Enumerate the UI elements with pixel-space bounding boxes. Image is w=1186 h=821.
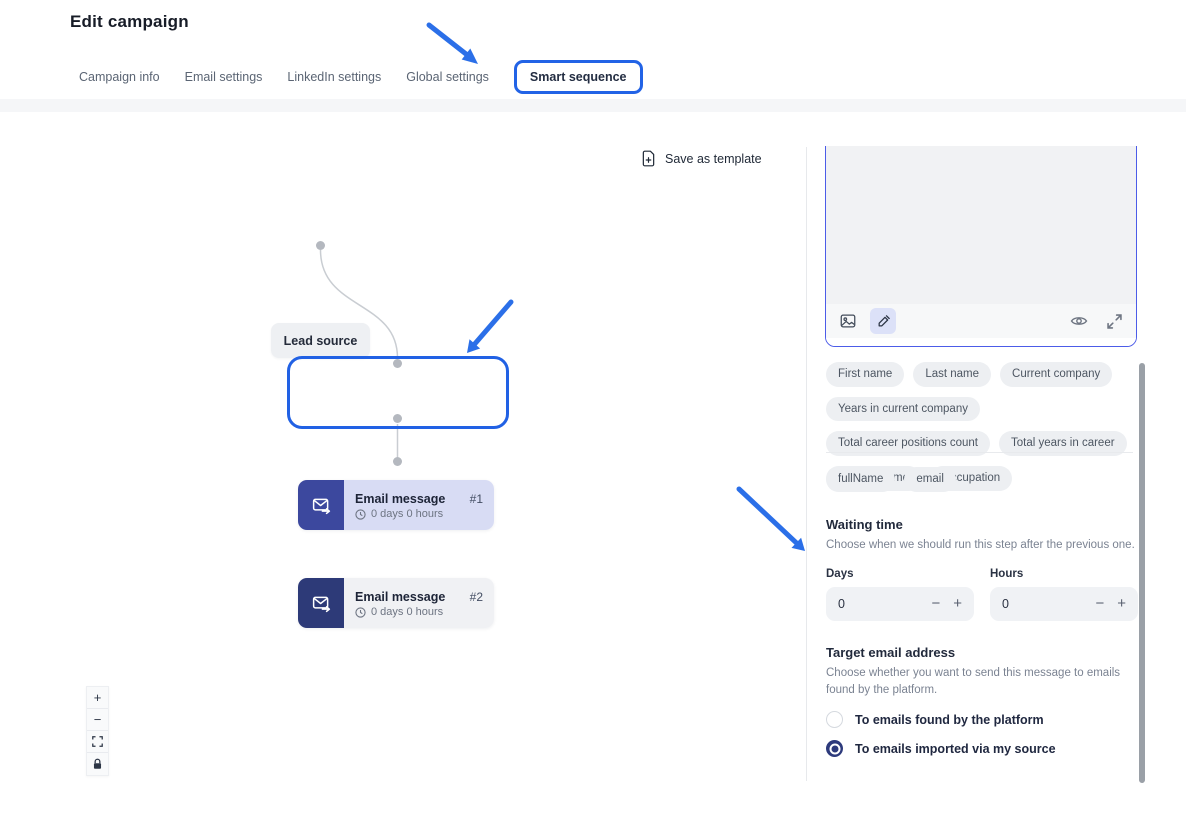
zoom-in-button[interactable]: + (87, 687, 108, 709)
preview-button[interactable] (1066, 308, 1092, 334)
tab-smart-sequence[interactable]: Smart sequence (514, 60, 643, 94)
node-lead-source[interactable]: Lead source (271, 323, 370, 358)
hours-label: Hours (990, 568, 1138, 580)
image-icon (839, 312, 857, 330)
variable-chip[interactable]: Years in current company (826, 397, 980, 422)
header: Edit campaign Campaign info Email settin… (0, 0, 1186, 99)
custom-chip[interactable]: email (904, 467, 955, 492)
eye-icon (1070, 312, 1088, 330)
email-editor-content[interactable] (826, 146, 1136, 304)
save-as-template-button[interactable]: Save as template (641, 150, 762, 167)
target-email-description: Choose whether you want to send this mes… (826, 665, 1139, 698)
connection-handle (316, 241, 325, 250)
lock-icon (92, 758, 103, 770)
radio-option-imported-emails[interactable]: To emails imported via my source (826, 740, 1139, 757)
editor-toolbar (826, 304, 1136, 338)
hours-value[interactable]: 0 (1002, 597, 1095, 611)
days-decrement-button[interactable]: − (931, 596, 940, 611)
canvas-controls: + − (86, 686, 109, 776)
node-meta: 0 days 0 hours (371, 508, 443, 520)
custom-chips: fullName email (826, 467, 1139, 492)
editor-bottom-padding (826, 338, 1136, 346)
sequence-canvas[interactable]: Lead source Email message #1 0 days 0 h (0, 112, 806, 781)
radio-option-platform-emails[interactable]: To emails found by the platform (826, 711, 1139, 728)
edit-campaign-page: Edit campaign Campaign info Email settin… (0, 0, 1186, 821)
days-value[interactable]: 0 (838, 597, 931, 611)
radio-label: To emails found by the platform (855, 713, 1044, 727)
chips-divider (826, 452, 1133, 453)
edge-layer (0, 112, 806, 781)
hours-increment-button[interactable]: + (1117, 596, 1126, 611)
fit-view-icon (92, 736, 103, 747)
fit-view-button[interactable] (87, 731, 108, 753)
insert-image-button[interactable] (835, 308, 861, 334)
hours-decrement-button[interactable]: − (1095, 596, 1104, 611)
waiting-time-description: Choose when we should run this step afte… (826, 537, 1139, 554)
tab-campaign-info[interactable]: Campaign info (79, 70, 160, 84)
variable-chip[interactable]: Current company (1000, 362, 1112, 387)
node-title: Email message (355, 590, 445, 604)
tab-global-settings[interactable]: Global settings (406, 70, 489, 84)
node-index: #2 (470, 590, 483, 604)
waiting-time-title: Waiting time (826, 517, 1139, 532)
hours-field: Hours 0 − + (990, 568, 1138, 621)
custom-chip[interactable]: fullName (826, 467, 895, 492)
connection-handle (393, 414, 402, 423)
node-meta: 0 days 0 hours (371, 606, 443, 618)
node-title: Email message (355, 492, 445, 506)
node-email-message-1[interactable]: Email message #1 0 days 0 hours (298, 480, 494, 530)
panel-scrollbar[interactable] (1139, 363, 1145, 783)
header-divider-band (0, 99, 1186, 112)
edit-mode-button[interactable] (870, 308, 896, 334)
waiting-time-section: Waiting time Choose when we should run t… (826, 517, 1139, 621)
days-field: Days 0 − + (826, 568, 974, 621)
variable-chip[interactable]: Last name (913, 362, 991, 387)
target-email-title: Target email address (826, 645, 1139, 660)
zoom-out-button[interactable]: − (87, 709, 108, 731)
email-editor-clip (825, 146, 1139, 347)
lock-button[interactable] (87, 753, 108, 775)
tab-linkedin-settings[interactable]: LinkedIn settings (287, 70, 381, 84)
email-send-icon (298, 480, 344, 530)
tab-bar: Campaign info Email settings LinkedIn se… (79, 56, 643, 98)
connection-handle (393, 457, 402, 466)
radio-label: To emails imported via my source (855, 742, 1056, 756)
radio-button-unselected[interactable] (826, 711, 843, 728)
days-increment-button[interactable]: + (953, 596, 962, 611)
edit-icon (876, 314, 891, 329)
days-label: Days (826, 568, 974, 580)
node-email-message-2[interactable]: Email message #2 0 days 0 hours (298, 578, 494, 628)
hours-stepper[interactable]: 0 − + (990, 587, 1138, 621)
connection-handle (393, 359, 402, 368)
expand-icon (1107, 314, 1122, 329)
tab-email-settings[interactable]: Email settings (185, 70, 263, 84)
fullscreen-button[interactable] (1101, 308, 1127, 334)
file-plus-icon (641, 150, 656, 167)
node-index: #1 (470, 492, 483, 506)
variable-chip[interactable]: First name (826, 362, 904, 387)
days-stepper[interactable]: 0 − + (826, 587, 974, 621)
email-editor (825, 146, 1137, 347)
target-email-section: Target email address Choose whether you … (826, 645, 1139, 757)
page-title: Edit campaign (70, 12, 189, 32)
clock-icon (355, 509, 366, 520)
email-send-icon (298, 578, 344, 628)
clock-icon (355, 607, 366, 618)
panel-divider (806, 147, 807, 781)
radio-button-selected[interactable] (826, 740, 843, 757)
